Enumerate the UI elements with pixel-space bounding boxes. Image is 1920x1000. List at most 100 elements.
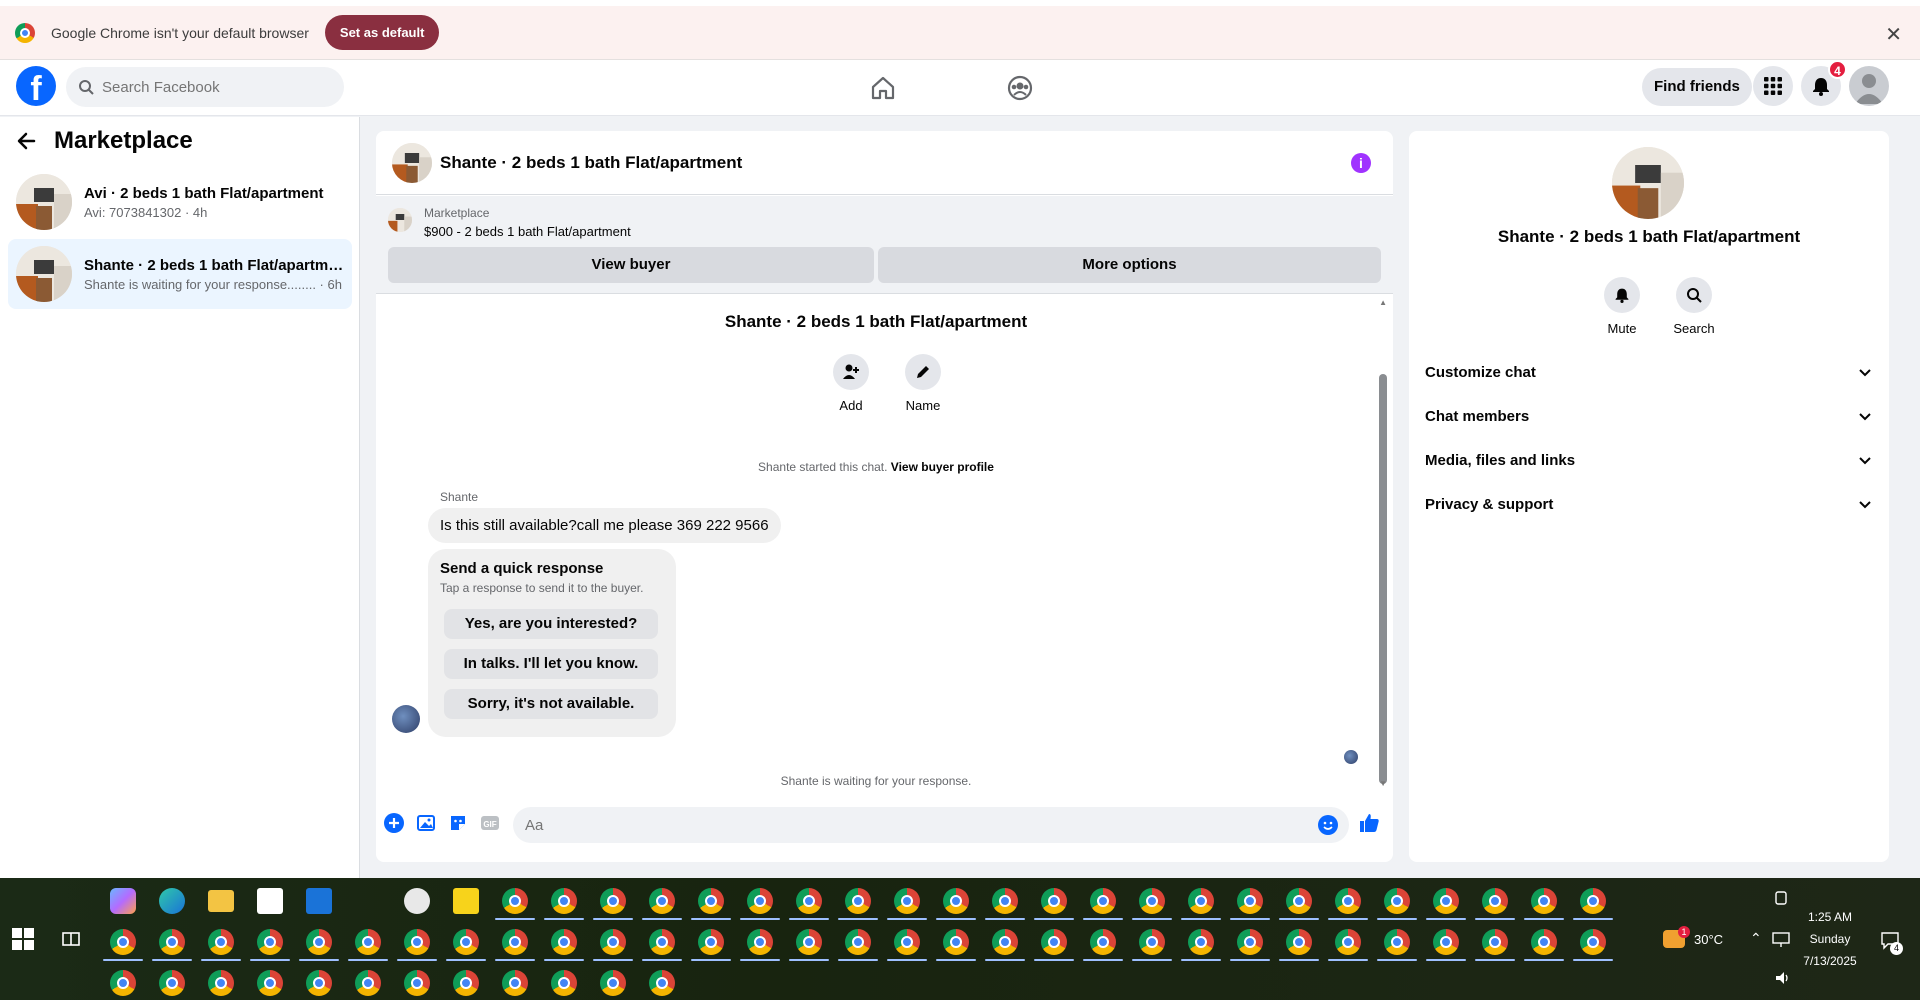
search-box[interactable]	[66, 67, 344, 107]
chrome-profile-icon[interactable]	[894, 888, 920, 914]
task-view-icon[interactable]	[60, 928, 82, 950]
chrome-profile-icon[interactable]	[1286, 929, 1312, 955]
network-icon[interactable]	[1772, 932, 1790, 948]
chrome-profile-icon[interactable]	[845, 929, 871, 955]
file-explorer-icon[interactable]	[208, 890, 234, 912]
close-icon[interactable]: ✕	[1885, 22, 1902, 47]
chrome-profile-icon[interactable]	[159, 970, 185, 996]
view-buyer-button[interactable]: View buyer	[388, 247, 874, 283]
chrome-profile-icon[interactable]	[306, 929, 332, 955]
chrome-profile-icon[interactable]	[649, 970, 675, 996]
chrome-profile-icon[interactable]	[600, 970, 626, 996]
page-scrollbar[interactable]	[1903, 117, 1920, 878]
chrome-profile-icon[interactable]	[1090, 929, 1116, 955]
volume-icon[interactable]	[1774, 970, 1792, 986]
message-input[interactable]	[513, 807, 1349, 843]
add-person-button[interactable]: Add	[821, 354, 881, 413]
chrome-profile-icon[interactable]	[257, 970, 283, 996]
chrome-profile-icon[interactable]	[1286, 888, 1312, 914]
quick-response-option[interactable]: Yes, are you interested?	[444, 609, 658, 639]
chrome-profile-icon[interactable]	[1041, 888, 1067, 914]
store-icon[interactable]	[257, 888, 283, 914]
chrome-profile-icon[interactable]	[1335, 888, 1361, 914]
app-icon[interactable]	[404, 888, 430, 914]
facebook-logo-icon[interactable]: f	[16, 66, 56, 106]
quick-response-option[interactable]: In talks. I'll let you know.	[444, 649, 658, 679]
chrome-profile-icon[interactable]	[404, 929, 430, 955]
chrome-profile-icon[interactable]	[1041, 929, 1067, 955]
mute-button[interactable]: Mute	[1592, 277, 1652, 336]
chrome-profile-icon[interactable]	[1237, 929, 1263, 955]
chrome-profile-icon[interactable]	[159, 929, 185, 955]
scroll-up-icon[interactable]: ▲	[1379, 298, 1387, 307]
chrome-profile-icon[interactable]	[1384, 929, 1410, 955]
sticky-notes-icon[interactable]	[453, 888, 479, 914]
plus-icon[interactable]	[384, 813, 404, 833]
set-as-default-button[interactable]: Set as default	[324, 15, 440, 50]
chrome-profile-icon[interactable]	[600, 888, 626, 914]
chrome-profile-icon[interactable]	[649, 888, 675, 914]
chat-title[interactable]: Shante · 2 beds 1 bath Flat/apartment	[440, 153, 742, 173]
chrome-profile-icon[interactable]	[1188, 888, 1214, 914]
account-avatar[interactable]	[1849, 66, 1889, 106]
chrome-profile-icon[interactable]	[306, 970, 332, 996]
outlook-icon[interactable]	[306, 888, 332, 914]
chrome-profile-icon[interactable]	[551, 929, 577, 955]
chat-avatar[interactable]	[392, 143, 432, 183]
chrome-profile-icon[interactable]	[502, 970, 528, 996]
home-icon[interactable]	[869, 74, 897, 102]
photo-icon[interactable]	[416, 813, 436, 833]
chrome-profile-icon[interactable]	[992, 929, 1018, 955]
chrome-profile-icon[interactable]	[1531, 929, 1557, 955]
chrome-profile-icon[interactable]	[355, 970, 381, 996]
chrome-profile-icon[interactable]	[1335, 929, 1361, 955]
search-input[interactable]	[102, 78, 322, 96]
chrome-profile-icon[interactable]	[1237, 888, 1263, 914]
more-options-button[interactable]: More options	[878, 247, 1381, 283]
chrome-profile-icon[interactable]	[747, 929, 773, 955]
chrome-profile-icon[interactable]	[1139, 888, 1165, 914]
chrome-profile-icon[interactable]	[502, 888, 528, 914]
chrome-profile-icon[interactable]	[1482, 888, 1508, 914]
chrome-profile-icon[interactable]	[502, 929, 528, 955]
chrome-profile-icon[interactable]	[1531, 888, 1557, 914]
conversation-item[interactable]: Avi · 2 beds 1 bath Flat/apartment Avi: …	[8, 167, 352, 237]
notifications-button[interactable]: 4	[1801, 60, 1847, 106]
device-icon[interactable]	[1773, 890, 1789, 906]
emoji-icon[interactable]	[1318, 815, 1338, 835]
chrome-profile-icon[interactable]	[992, 888, 1018, 914]
chrome-profile-icon[interactable]	[551, 888, 577, 914]
chrome-profile-icon[interactable]	[1433, 929, 1459, 955]
chrome-profile-icon[interactable]	[551, 970, 577, 996]
search-chat-button[interactable]: Search	[1664, 277, 1724, 336]
chrome-profile-icon[interactable]	[453, 929, 479, 955]
menu-button[interactable]	[1753, 66, 1793, 106]
chrome-profile-icon[interactable]	[1090, 888, 1116, 914]
chrome-profile-icon[interactable]	[208, 970, 234, 996]
chrome-profile-icon[interactable]	[404, 970, 430, 996]
chrome-profile-icon[interactable]	[698, 888, 724, 914]
clock-time[interactable]: 1:25 AM	[1800, 910, 1860, 924]
temperature[interactable]: 30°C	[1694, 932, 1723, 947]
chrome-profile-icon[interactable]	[1482, 929, 1508, 955]
chrome-profile-icon[interactable]	[453, 970, 479, 996]
chrome-profile-icon[interactable]	[943, 929, 969, 955]
chrome-profile-icon[interactable]	[1139, 929, 1165, 955]
chrome-profile-icon[interactable]	[698, 929, 724, 955]
chrome-profile-icon[interactable]	[1580, 888, 1606, 914]
chrome-profile-icon[interactable]	[1188, 929, 1214, 955]
info-icon[interactable]: i	[1351, 153, 1371, 173]
chrome-profile-icon[interactable]	[845, 888, 871, 914]
privacy-support-section[interactable]: Privacy & support	[1425, 486, 1873, 522]
conversation-item-active[interactable]: Shante · 2 beds 1 bath Flat/apartment Sh…	[8, 239, 352, 309]
view-buyer-profile-link[interactable]: View buyer profile	[891, 460, 994, 474]
copilot-icon[interactable]	[110, 888, 136, 914]
chrome-profile-icon[interactable]	[1580, 929, 1606, 955]
chrome-profile-icon[interactable]	[747, 888, 773, 914]
customize-chat-section[interactable]: Customize chat	[1425, 354, 1873, 390]
chrome-profile-icon[interactable]	[649, 929, 675, 955]
chrome-profile-icon[interactable]	[257, 929, 283, 955]
like-icon[interactable]	[1358, 812, 1380, 834]
chrome-profile-icon[interactable]	[110, 970, 136, 996]
groups-icon[interactable]	[1006, 74, 1034, 102]
